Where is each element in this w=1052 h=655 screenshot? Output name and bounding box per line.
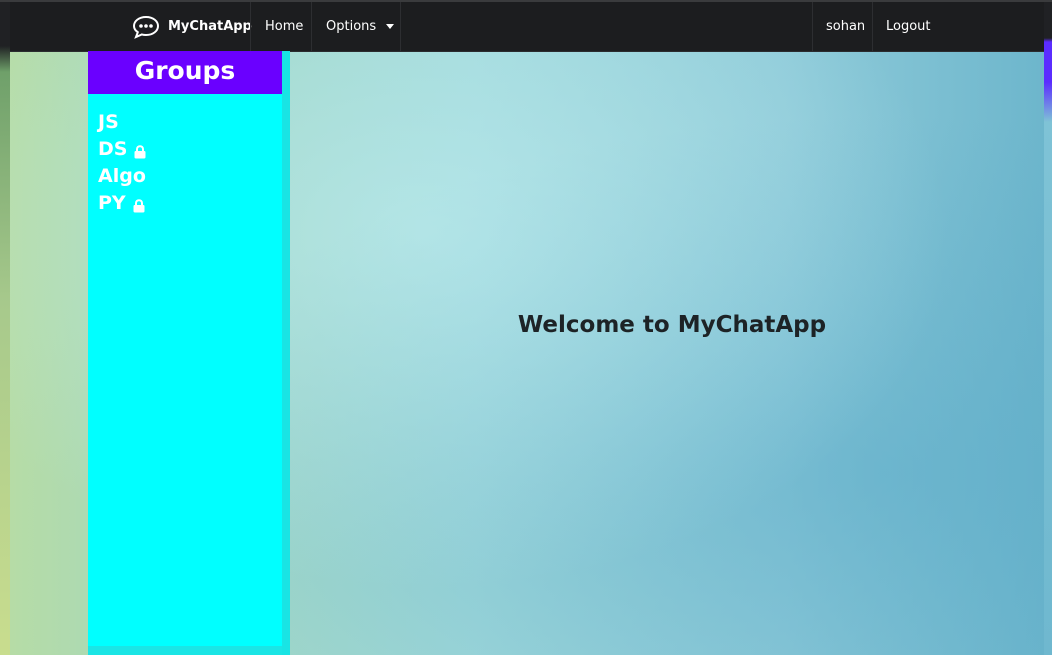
group-name: PY	[98, 191, 126, 214]
nav-options-dropdown[interactable]: Options	[326, 2, 395, 51]
left-window-edge	[0, 2, 10, 655]
welcome-heading: Welcome to MyChatApp	[517, 312, 827, 338]
group-item-ds[interactable]: DS	[98, 135, 146, 162]
nav-divider	[311, 2, 312, 51]
sidebar-title: Groups	[88, 51, 282, 94]
nav-options-label: Options	[326, 19, 377, 34]
group-list: JS DS Algo PY	[98, 108, 146, 216]
sidebar-footer	[88, 646, 282, 655]
brand-name: MyChatApp	[168, 19, 252, 34]
group-name: DS	[98, 137, 128, 160]
nav-divider	[400, 2, 401, 51]
nav-home-link[interactable]: Home	[265, 2, 303, 51]
nav-divider	[250, 2, 251, 51]
lock-icon	[133, 196, 145, 212]
chat-bubble-icon	[132, 15, 160, 39]
caret-down-icon	[386, 24, 395, 29]
group-item-js[interactable]: JS	[98, 108, 146, 135]
top-navbar: MyChatApp Home Options sohan Logout	[10, 2, 1044, 52]
group-name: Algo	[98, 164, 146, 187]
nav-divider	[812, 2, 813, 51]
group-item-py[interactable]: PY	[98, 189, 146, 216]
lock-icon	[134, 142, 146, 158]
nav-divider	[872, 2, 873, 51]
group-item-algo[interactable]: Algo	[98, 162, 146, 189]
nav-logout-link[interactable]: Logout	[886, 2, 931, 51]
group-name: JS	[98, 110, 119, 133]
brand-link[interactable]: MyChatApp	[132, 12, 252, 41]
nav-user-link[interactable]: sohan	[826, 2, 865, 51]
